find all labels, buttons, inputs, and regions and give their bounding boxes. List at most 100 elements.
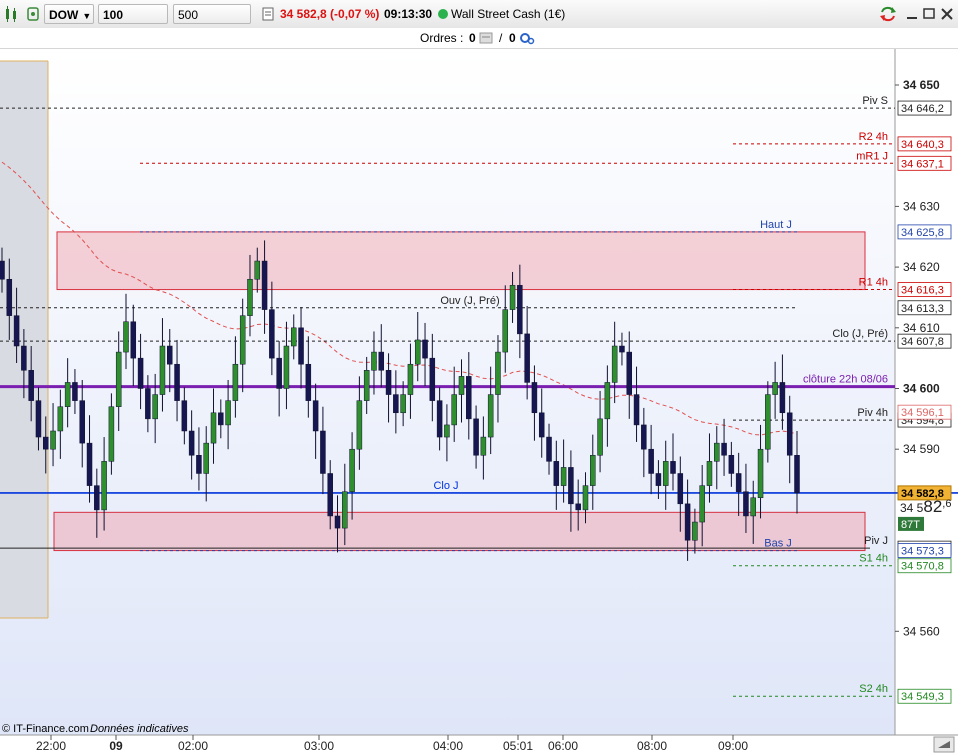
candle: [108, 406, 115, 462]
candle: [79, 400, 85, 444]
candle: [597, 418, 603, 456]
candle: [137, 357, 144, 389]
instrument-lock-icon[interactable]: [26, 4, 40, 24]
candle: [531, 382, 538, 414]
data-note: Données indicatives: [90, 723, 189, 735]
level-label: Clo J: [433, 480, 458, 492]
close-icon[interactable]: [940, 4, 954, 24]
candle: [786, 412, 793, 456]
candle: [283, 345, 290, 389]
candle: [64, 382, 71, 407]
candle: [320, 430, 326, 474]
candle: [159, 345, 166, 395]
candle: [400, 394, 406, 414]
candle: [269, 309, 275, 359]
market-open-icon: [437, 4, 449, 24]
candle: [648, 448, 654, 474]
level-label: mR1 J: [856, 150, 888, 162]
order-ticket-icon[interactable]: [261, 4, 275, 24]
candle: [57, 406, 64, 432]
candle: [334, 515, 341, 529]
candle: [13, 315, 20, 347]
symbol-select[interactable]: DOW ▼: [44, 4, 94, 24]
candle: [378, 351, 385, 371]
x-tick-label: 09: [109, 739, 123, 753]
candle: [371, 351, 377, 371]
candle: [21, 345, 27, 371]
candle: [590, 455, 596, 486]
candle: [0, 260, 5, 280]
candle: [560, 467, 567, 486]
level-label: Piv 4h: [857, 407, 888, 419]
candle: [728, 455, 735, 474]
candle: [670, 461, 676, 474]
candle: [509, 285, 516, 310]
candle: [466, 376, 472, 420]
candle: [101, 461, 107, 511]
scroll-corner-icon[interactable]: [933, 736, 955, 753]
candle: [174, 363, 180, 401]
candle: [765, 394, 771, 450]
candle: [538, 412, 545, 438]
settings-icon[interactable]: [519, 31, 535, 45]
y-tick-label: 34 650: [903, 78, 940, 92]
orders-label: Ordres :: [420, 31, 464, 45]
orders-icon[interactable]: [479, 31, 493, 45]
candle: [342, 491, 348, 529]
level-label: Piv J: [864, 535, 888, 547]
x-tick-label: 05:01: [503, 739, 533, 753]
candle: [743, 491, 749, 517]
minimize-icon[interactable]: [905, 4, 919, 24]
candle: [444, 424, 450, 438]
x-tick-label: 06:00: [548, 739, 578, 753]
level-badge-text: 34 549,3: [901, 691, 944, 703]
copyright-text: © IT-Finance.com: [2, 723, 89, 735]
level-label: R2 4h: [859, 131, 888, 143]
candle: [568, 467, 574, 505]
candle: [414, 339, 421, 365]
x-tick-label: 08:00: [637, 739, 667, 753]
candle: [619, 345, 625, 353]
candle: [261, 260, 268, 310]
candle: [298, 327, 304, 365]
toolbar: DOW▼ 100 ticks▼ 500 unités▼ 34 582,8 (-0…: [0, 0, 958, 42]
ticks-select[interactable]: 100 ticks▼: [98, 4, 168, 42]
orders-separator: /: [499, 31, 503, 45]
price-chart[interactable]: Piv S R2 4h mR1 J Haut J R1 4h Ouv (J, Pré) Cl…: [0, 49, 958, 753]
level-badge-text: 34 640,3: [901, 139, 944, 151]
candle: [254, 260, 261, 280]
x-tick-label: 09:00: [718, 739, 748, 753]
y-tick-label: 34 610: [903, 321, 940, 335]
candle: [626, 351, 632, 395]
level-label: Ouv (J, Pré): [440, 295, 499, 307]
candle: [429, 357, 436, 401]
refresh-icon[interactable]: [878, 4, 898, 24]
level-label: Clo (J, Pré): [832, 328, 888, 340]
candle: [436, 400, 443, 438]
candle: [167, 345, 173, 365]
level-label: S1 4h: [859, 553, 888, 565]
level-badge-text: 34 616,3: [901, 285, 944, 297]
level-badge-text: 34 613,3: [901, 303, 944, 315]
candle: [276, 357, 282, 389]
quote-time: 09:13:30: [384, 7, 433, 21]
candle: [458, 376, 465, 395]
y-tick-label: 34 590: [903, 442, 940, 456]
candle: [385, 370, 392, 395]
candle: [553, 461, 560, 486]
level-badge-text: 34 607,8: [901, 336, 944, 348]
candle: [43, 436, 49, 450]
candle: [641, 424, 647, 450]
units-select[interactable]: 500 unités▼: [173, 4, 251, 42]
candle: [422, 339, 428, 359]
candle: [130, 321, 137, 359]
level-badge-text: 34 596,1: [901, 407, 944, 419]
candlestick-icon[interactable]: [3, 4, 21, 24]
orders-pending-count: 0: [509, 31, 516, 45]
resistance-support-zone: [53, 511, 866, 552]
candle: [692, 521, 698, 541]
candle: [225, 400, 231, 426]
restore-icon[interactable]: [922, 4, 936, 24]
x-tick-label: 02:00: [178, 739, 208, 753]
candle: [393, 394, 399, 414]
